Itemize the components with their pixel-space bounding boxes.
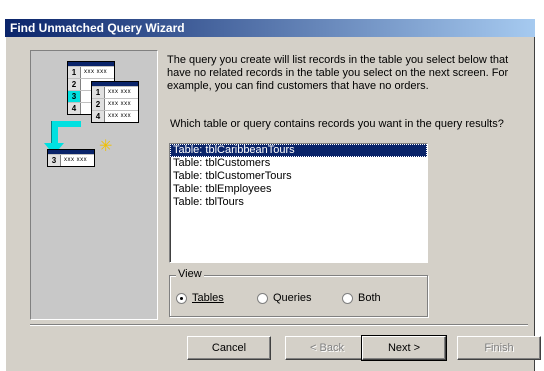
- wizard-illustration: 1 xxx xxx 2 3 4 1 xxx xxx 2 xxx xxx 4 xxx xx…: [30, 50, 158, 320]
- back-button[interactable]: < Back: [285, 336, 369, 360]
- illustration-table-right: 1 xxx xxx 2 xxx xxx 4 xxx xxx: [91, 81, 139, 123]
- row-placeholder: xxx xxx: [108, 113, 132, 119]
- separator: [30, 324, 528, 326]
- row-number: 3: [68, 91, 81, 102]
- radio-unchecked-icon: [257, 292, 268, 304]
- row-number: 4: [68, 103, 81, 114]
- radio-both[interactable]: Both: [342, 292, 381, 304]
- list-item[interactable]: Table: tblCaribbeanTours: [170, 144, 427, 157]
- list-item[interactable]: Table: tblTours: [170, 196, 427, 209]
- row-placeholder: xxx xxx: [84, 69, 108, 75]
- radio-queries-label: Queries: [273, 292, 312, 304]
- radio-both-label: Both: [358, 292, 381, 304]
- wizard-description: The query you create will list records i…: [167, 54, 509, 92]
- row-placeholder: xxx xxx: [108, 89, 132, 95]
- next-button[interactable]: Next >: [361, 335, 447, 361]
- row-number: 1: [68, 67, 81, 78]
- view-group-label: View: [176, 268, 204, 280]
- list-item[interactable]: Table: tblCustomers: [170, 157, 427, 170]
- row-number: 2: [92, 99, 105, 110]
- row-placeholder: xxx xxx: [64, 157, 88, 163]
- radio-checked-icon: [176, 292, 187, 304]
- list-item[interactable]: Table: tblCustomerTours: [170, 170, 427, 183]
- view-group: View Tables Queries Both: [169, 268, 428, 317]
- row-number: 4: [92, 111, 105, 122]
- row-number: 3: [48, 155, 61, 166]
- radio-tables-label: Tables: [192, 292, 224, 304]
- title-bar: Find Unmatched Query Wizard: [5, 19, 535, 37]
- sparkle-icon: ✳: [99, 138, 113, 155]
- cancel-button[interactable]: Cancel: [187, 336, 271, 360]
- table-question-label: Which table or query contains records yo…: [170, 118, 504, 130]
- illustration-table-result: 3 xxx xxx: [47, 149, 95, 167]
- row-placeholder: xxx xxx: [108, 101, 132, 107]
- row-number: 1: [92, 87, 105, 98]
- radio-tables[interactable]: Tables: [176, 292, 224, 304]
- finish-button[interactable]: Finish: [457, 336, 541, 360]
- row-number: 2: [68, 79, 81, 90]
- radio-unchecked-icon: [342, 292, 353, 304]
- arrow-icon: [51, 121, 58, 145]
- radio-queries[interactable]: Queries: [257, 292, 312, 304]
- table-listbox[interactable]: Table: tblCaribbeanTours Table: tblCusto…: [169, 143, 428, 263]
- list-item[interactable]: Table: tblEmployees: [170, 183, 427, 196]
